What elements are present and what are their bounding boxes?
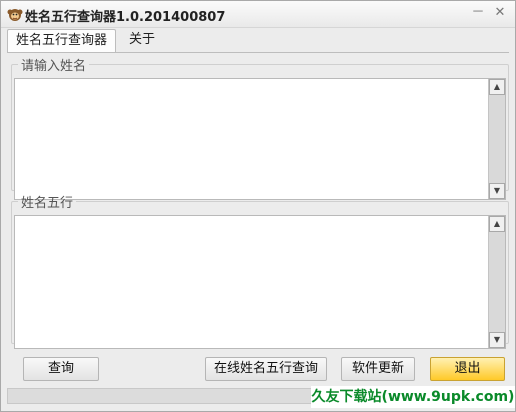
name-input-group: 请输入姓名 ▲ ▼ — [11, 55, 509, 200]
wuxing-output-legend: 姓名五行 — [21, 196, 74, 211]
close-button[interactable]: ✕ — [491, 4, 509, 22]
name-input-legend: 请输入姓名 — [21, 59, 87, 74]
wuxing-output-textarea[interactable]: ▲ ▼ — [14, 215, 506, 349]
scroll-down-arrow-icon[interactable]: ▼ — [489, 332, 505, 348]
name-input-textarea[interactable]: ▲ ▼ — [14, 78, 506, 200]
watermark-label: 久友下载站(www.9upk.com) — [311, 386, 515, 408]
name-input-scrollbar[interactable]: ▲ ▼ — [488, 79, 505, 199]
tab-panel: 请输入姓名 ▲ ▼ 姓名五行 ▲ ▼ — [7, 52, 509, 349]
wuxing-output-scrollbar[interactable]: ▲ ▼ — [488, 216, 505, 348]
tab-name-wuxing-query[interactable]: 姓名五行查询器 — [7, 29, 117, 53]
tab-about[interactable]: 关于 — [121, 29, 163, 51]
software-update-button[interactable]: 软件更新 — [341, 357, 415, 381]
scroll-up-arrow-icon[interactable]: ▲ — [489, 216, 505, 232]
window-title: 姓名五行查询器1.0.201400807 — [25, 10, 226, 25]
tab-strip: 姓名五行查询器 关于 — [7, 27, 511, 53]
online-query-button[interactable]: 在线姓名五行查询 — [205, 357, 327, 381]
minimize-button[interactable]: － — [469, 4, 487, 22]
wuxing-output-group: 姓名五行 ▲ ▼ — [11, 192, 509, 349]
scroll-up-arrow-icon[interactable]: ▲ — [489, 79, 505, 95]
monkey-icon — [7, 9, 23, 21]
title-bar: 姓名五行查询器1.0.201400807 － ✕ — [1, 1, 515, 28]
app-window: 姓名五行查询器1.0.201400807 － ✕ 姓名五行查询器 关于 请输入姓… — [0, 0, 516, 412]
exit-button[interactable]: 退出 — [430, 357, 505, 381]
query-button[interactable]: 查询 — [23, 357, 99, 381]
